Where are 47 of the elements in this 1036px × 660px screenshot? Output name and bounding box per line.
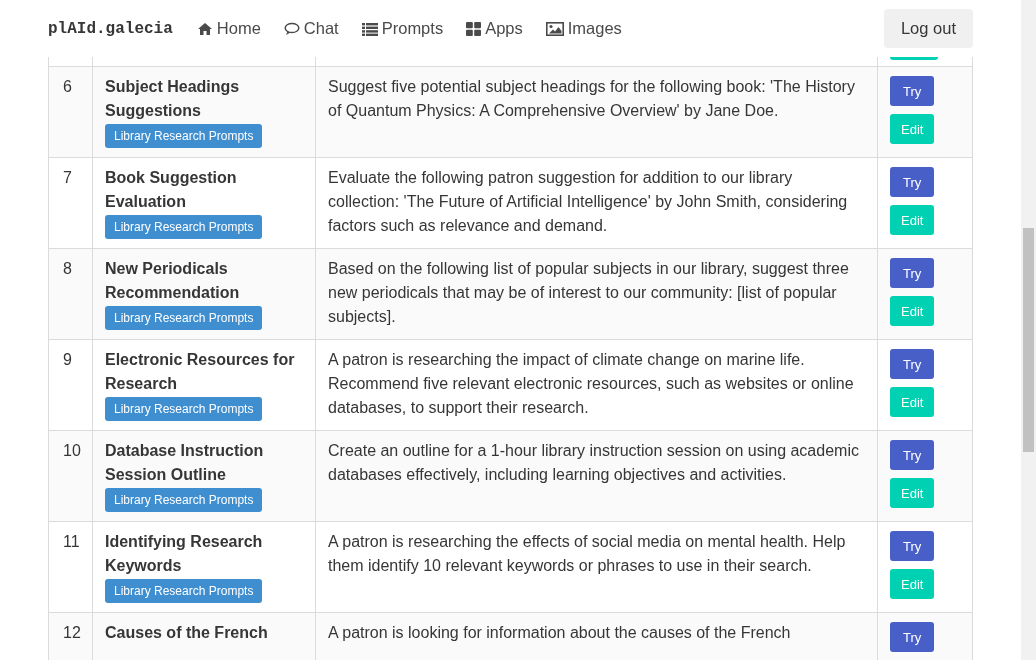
category-tag[interactable]: Library Research Prompts [105,306,263,330]
prompt-title: New Periodicals Recommendation [105,259,241,303]
prompt-title: Causes of the French [105,623,269,643]
brand-logo[interactable]: plAId.galecia [48,19,173,38]
prompt-description: A patron is researching the effects of social media on mental health. Help them identify 10 relevant keywords or phrases to use in their search. [328,532,847,576]
prompt-description: Evaluate the following patron suggestion for addition to our library collection: 'The Future of Artificial Intelligence' by John Smith, considering factors such as relevance and demand. [328,168,849,236]
try-button[interactable]: Try [890,258,935,288]
try-button[interactable]: Try [890,622,935,652]
nav-link[interactable]: Home [196,19,261,38]
nav-link[interactable]: Images [545,19,622,38]
try-button[interactable]: Try [890,531,935,561]
scrollbar-thumb[interactable] [1023,228,1034,452]
prompt-title: Book Suggestion Evaluation [105,168,238,212]
image-icon [545,21,564,36]
try-button[interactable]: Try [890,349,935,379]
prompt-description: Suggest five potential subject headings for the following book: 'The History of Quantum Physics: A Comprehensive Overview' by Jane Doe. [328,77,856,121]
try-button[interactable]: Try [890,440,935,470]
prompt-description: Based on the following list of popular subjects in our library, suggest three new periodicals that may be of interest to our community: [list of popular subjects]. [328,259,850,327]
prompt-description: A patron is researching the impact of climate change on marine life. Recommend five relevant electronic resources, such as websites or online databases, to support their research. [328,350,855,418]
prompt-title: Subject Headings Suggestions [105,77,241,121]
prompt-title: Identifying Research Keywords [105,532,264,576]
try-button[interactable]: Try [890,167,935,197]
speech-bubble-icon [283,21,300,36]
row-number: 11 [63,533,80,550]
row-number: 10 [63,442,81,459]
category-tag[interactable]: Library Research Prompts [105,397,263,421]
prompt-title: Electronic Resources for Research [105,350,296,394]
row-number: 8 [63,260,72,277]
row-number: 9 [63,351,72,368]
grid-icon [466,21,482,36]
home-icon [196,21,213,36]
nav-link[interactable]: Apps [466,19,523,38]
category-tag[interactable]: Library Research Prompts [105,579,263,603]
category-tag[interactable]: Library Research Prompts [105,215,263,239]
prompt-description: A patron is looking for information about the causes of the French [328,623,792,643]
prompt-description: Create an outline for a 1-hour library instruction session on using academic databases effectively, including learning objectives and activities. [328,441,860,485]
logout-button[interactable]: Log out [883,9,973,48]
row-number: 7 [63,169,72,186]
category-tag[interactable]: Library Research Prompts [105,124,263,148]
nav-link[interactable]: Prompts [361,19,444,38]
try-button[interactable]: Try [890,76,935,106]
row-number: 12 [63,624,81,641]
category-tag[interactable]: Library Research Prompts [105,488,263,512]
row-number: 6 [63,78,72,95]
list-icon [361,21,378,36]
nav-link[interactable]: Chat [283,19,339,38]
prompt-title: Database Instruction Session Outline [105,441,265,485]
